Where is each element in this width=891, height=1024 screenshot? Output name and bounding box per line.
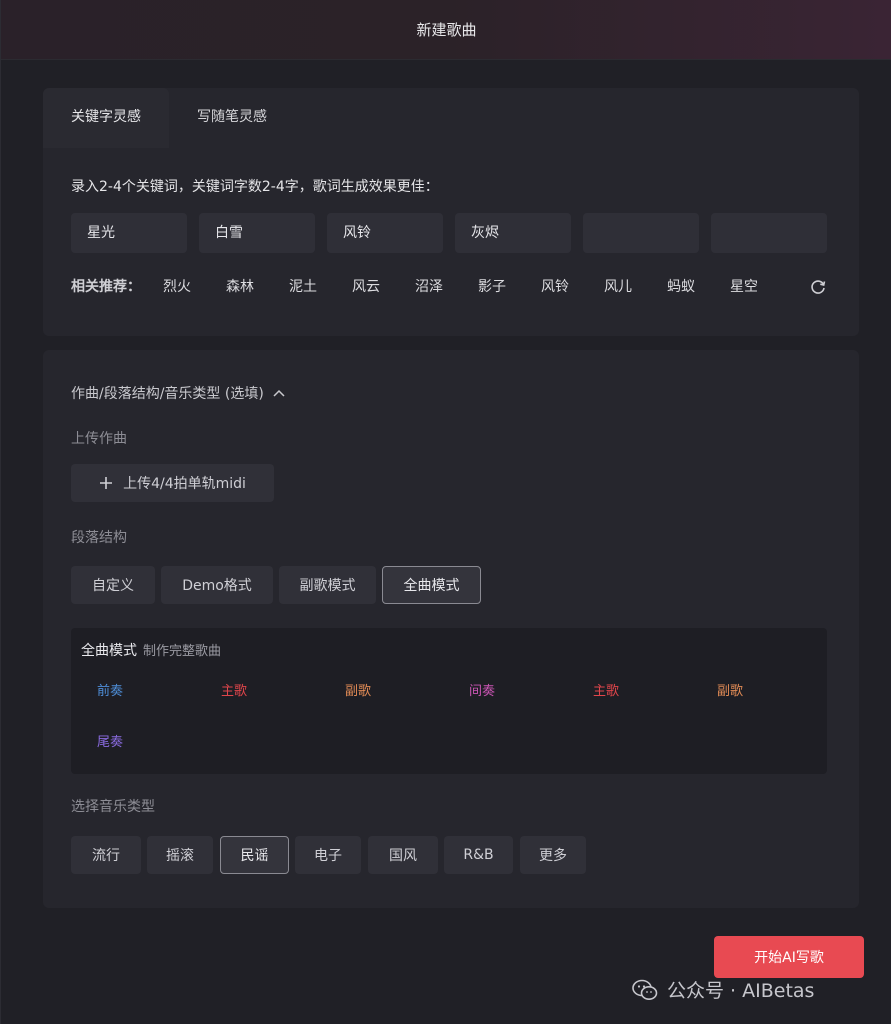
segment-chorus: 副歌 [345,684,372,699]
keyword-input-6[interactable] [711,213,827,253]
mode-custom-button[interactable]: 自定义 [71,566,155,604]
genre-pop-button[interactable]: 流行 [71,836,141,874]
genre-label: 选择音乐类型 [71,799,155,815]
segment-outro: 尾奏 [97,735,124,750]
upload-midi-label: 上传4/4拍单轨midi [123,476,246,492]
keyword-input-1[interactable] [71,213,187,253]
mode-full-button[interactable]: 全曲模式 [382,566,481,604]
recommend-item[interactable]: 沼泽 [415,276,478,296]
refresh-icon[interactable] [809,278,827,296]
segment-verse: 主歌 [593,684,620,699]
segment-verse: 主歌 [221,684,248,699]
mode-detail-header: 全曲模式 制作完整歌曲 [81,640,221,660]
dialog-title: 新建歌曲 [1,0,891,60]
keyword-input-3[interactable] [327,213,443,253]
options-panel: 作曲/段落结构/音乐类型 (选填) 上传作曲 上传4/4拍单轨midi 段落结构… [43,350,859,908]
upload-midi-button[interactable]: 上传4/4拍单轨midi [71,464,274,502]
recommend-item[interactable]: 风云 [352,276,415,296]
plus-icon [100,477,113,489]
new-song-dialog: 新建歌曲 关键字灵感 写随笔灵感 录入2-4个关键词，关键词字数2-4字，歌词生… [0,0,891,1024]
tab-essay-inspiration[interactable]: 写随笔灵感 [169,88,295,148]
start-ai-writing-button[interactable]: 开始AI写歌 [714,936,864,978]
recommend-label: 相关推荐： [71,279,141,295]
genre-folk-button[interactable]: 民谣 [220,836,289,874]
recommend-item[interactable]: 森林 [226,276,289,296]
keyword-panel: 关键字灵感 写随笔灵感 录入2-4个关键词，关键词字数2-4字，歌词生成效果更佳… [43,88,859,336]
wechat-icon [632,979,658,1000]
recommend-item[interactable]: 风铃 [541,276,604,296]
options-toggle[interactable]: 作曲/段落结构/音乐类型 (选填) [71,383,286,403]
watermark-text: 公众号 · AIBetas [667,980,815,1002]
recommend-item[interactable]: 烈火 [163,276,226,296]
tab-keyword-inspiration[interactable]: 关键字灵感 [43,88,169,148]
keyword-prompt: 录入2-4个关键词，关键词字数2-4字，歌词生成效果更佳： [71,179,439,195]
genre-electronic-button[interactable]: 电子 [295,836,361,874]
mode-detail: 全曲模式 制作完整歌曲 前奏 主歌 副歌 间奏 主歌 副歌 尾奏 [71,628,827,774]
genre-more-button[interactable]: 更多 [520,836,586,874]
keyword-inputs [71,213,827,253]
mode-chorus-button[interactable]: 副歌模式 [279,566,376,604]
genre-rnb-button[interactable]: R&B [444,836,513,874]
recommendation-row: 相关推荐： 烈火 森林 泥土 风云 沼泽 影子 风铃 风儿 蚂蚁 星空 [71,276,793,296]
mode-detail-name: 全曲模式 [81,643,137,659]
keyword-input-5[interactable] [583,213,699,253]
chevron-up-icon [273,389,285,397]
tab-bar: 关键字灵感 写随笔灵感 [43,88,295,148]
segment-interlude: 间奏 [469,684,496,699]
recommend-item[interactable]: 星空 [730,276,793,296]
segment-chorus: 副歌 [717,684,744,699]
mode-detail-desc: 制作完整歌曲 [143,644,222,659]
genre-guofeng-button[interactable]: 国风 [368,836,438,874]
genre-rock-button[interactable]: 摇滚 [147,836,213,874]
recommend-item[interactable]: 风儿 [604,276,667,296]
options-title: 作曲/段落结构/音乐类型 (选填) [71,386,264,402]
recommend-item[interactable]: 泥土 [289,276,352,296]
recommend-item[interactable]: 蚂蚁 [667,276,730,296]
keyword-input-4[interactable] [455,213,571,253]
upload-label: 上传作曲 [71,431,127,447]
watermark: 公众号 · AIBetas [631,976,814,1003]
structure-label: 段落结构 [71,530,127,546]
mode-demo-button[interactable]: Demo格式 [161,566,273,604]
segment-intro: 前奏 [97,684,124,699]
keyword-input-2[interactable] [199,213,315,253]
recommend-item[interactable]: 影子 [478,276,541,296]
